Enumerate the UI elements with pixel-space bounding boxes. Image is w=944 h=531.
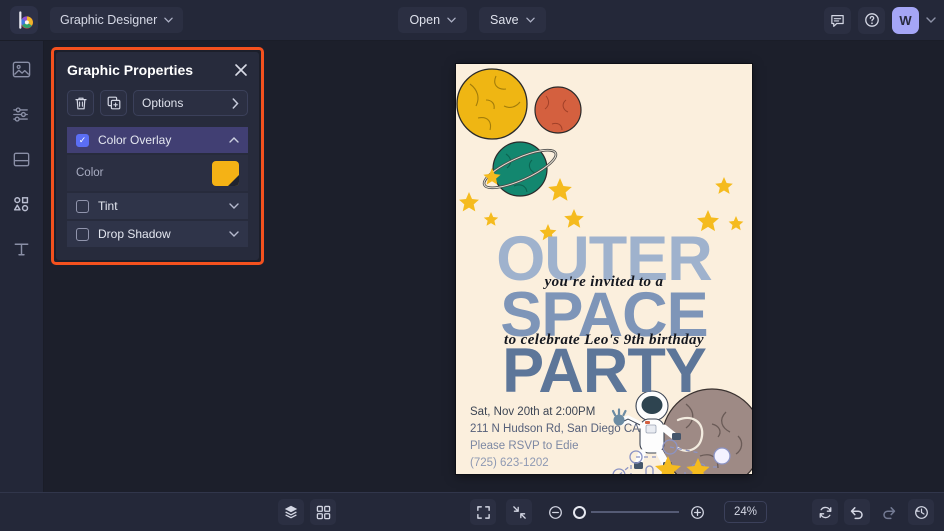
zoom-in-icon[interactable] xyxy=(684,499,710,525)
top-bar: Graphic Designer Open Save W xyxy=(0,0,944,41)
workspace: Graphic Properties Options ✓ Color Overl… xyxy=(44,41,944,492)
layers-icon[interactable] xyxy=(278,499,304,525)
open-button[interactable]: Open xyxy=(398,7,468,33)
detail-address: 211 N Hudson Rd, San Diego CA xyxy=(470,423,640,435)
tool-rail xyxy=(0,41,44,492)
top-bar-right: W xyxy=(824,6,936,34)
undo-icon[interactable] xyxy=(844,499,870,525)
grid-icon[interactable] xyxy=(310,499,336,525)
help-circle-icon[interactable] xyxy=(858,6,885,34)
script-line-1: you're invited to a xyxy=(544,274,664,290)
fit-screen-icon[interactable] xyxy=(470,499,496,525)
shapes-icon[interactable] xyxy=(8,190,36,218)
comment-icon[interactable] xyxy=(824,6,851,34)
canvas-area: OUTER SPACE PARTY you're invited to a to… xyxy=(44,41,944,492)
headline-party: PARTY xyxy=(502,336,707,406)
open-label: Open xyxy=(409,13,441,27)
zoom-slider-knob[interactable] xyxy=(573,505,586,519)
zoom-out-icon[interactable] xyxy=(542,499,568,525)
zoom-slider-track[interactable] xyxy=(591,511,679,513)
zoom-level-value[interactable]: 24% xyxy=(724,501,768,523)
save-label: Save xyxy=(490,13,519,27)
script-line-2: to celebrate Leo's 9th birthday xyxy=(504,332,704,348)
sliders-icon[interactable] xyxy=(8,100,36,128)
history-icon[interactable] xyxy=(908,499,934,525)
zoom-slider[interactable] xyxy=(542,499,710,525)
chevron-down-icon xyxy=(447,17,456,23)
avatar[interactable]: W xyxy=(892,6,919,34)
zoom-controls: 24% xyxy=(470,499,768,525)
bottom-left-tools xyxy=(278,499,336,525)
redo-icon[interactable] xyxy=(876,499,902,525)
history-controls xyxy=(812,499,934,525)
bottom-bar: 24% xyxy=(0,492,944,531)
app-root: Graphic Designer Open Save W Graphic Pro… xyxy=(0,0,944,531)
save-button[interactable]: Save xyxy=(479,7,546,33)
reset-icon[interactable] xyxy=(812,499,838,525)
image-icon[interactable] xyxy=(8,55,36,83)
collapse-icon[interactable] xyxy=(506,499,532,525)
file-actions: Open Save xyxy=(0,7,944,33)
frame-icon[interactable] xyxy=(8,145,36,173)
account-chevron-down-icon[interactable] xyxy=(926,17,936,23)
chevron-down-icon xyxy=(525,17,535,23)
detail-date: Sat, Nov 20th at 2:00PM xyxy=(470,406,596,418)
design-canvas[interactable]: OUTER SPACE PARTY you're invited to a to… xyxy=(456,64,752,474)
text-icon[interactable] xyxy=(8,235,36,263)
detail-rsvp: Please RSVP to Edie xyxy=(470,440,579,452)
detail-phone: (725) 623-1202 xyxy=(470,457,549,469)
